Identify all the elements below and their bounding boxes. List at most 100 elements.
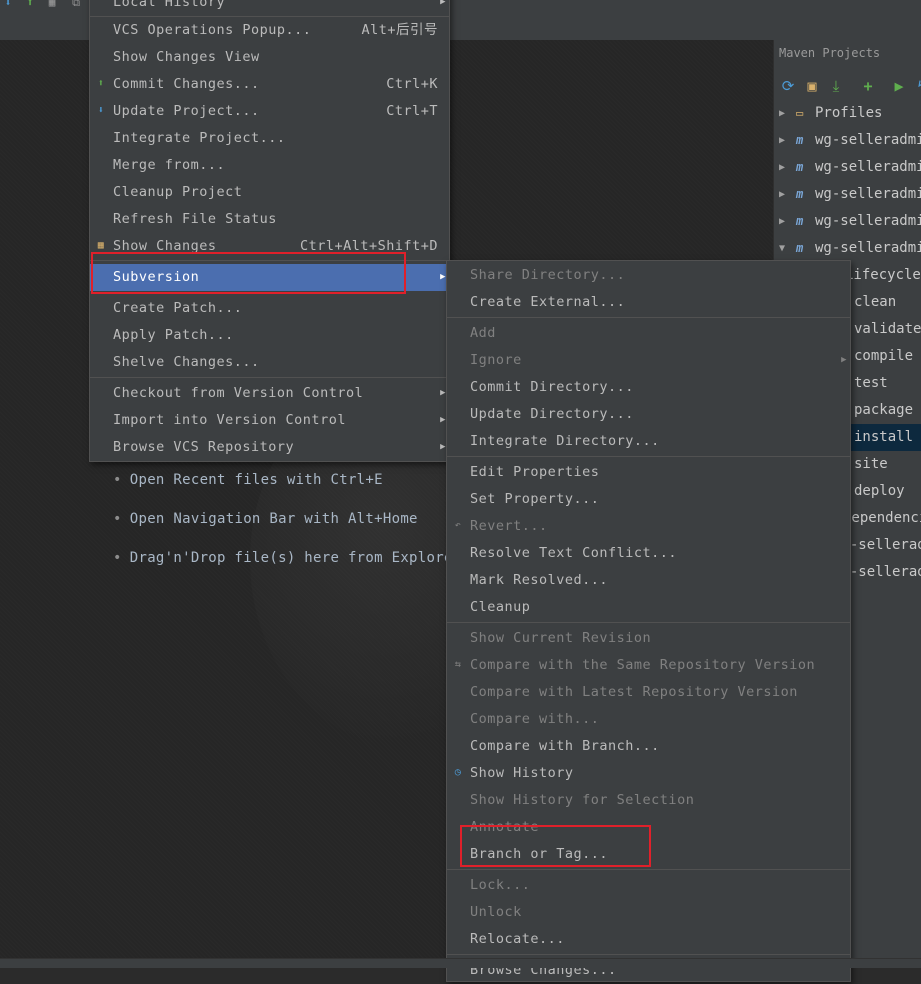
show-changes-icon: ▦ [97,240,105,251]
menu-item-checkout-from-vcs[interactable]: Checkout from Version Control ▶ [90,380,449,407]
maven-module-icon: m [796,160,804,174]
maven-goal-test[interactable]: test [849,370,921,397]
menu-separator [447,869,850,870]
menu-item-branch-or-tag[interactable]: Branch or Tag... [447,841,850,868]
menu-item-revert[interactable]: ↶ Revert... [447,513,850,540]
expand-arrow-icon[interactable]: ▶ [779,127,785,154]
arrow-up-icon[interactable]: ⬆ [24,0,36,9]
maven-goal-install[interactable]: install [849,424,921,451]
maven-toolbar: ⟳ ▣ ⤓ + ▶ ↯ [774,72,921,100]
maven-goal-deploy[interactable]: deploy [849,478,921,505]
menu-item-unlock[interactable]: Unlock [447,899,850,926]
menu-item-integrate-directory[interactable]: Integrate Directory... [447,428,850,455]
menu-separator [90,260,449,261]
menu-item-cleanup[interactable]: Cleanup [447,594,850,621]
window-icon[interactable]: ⧉ [70,0,82,9]
table-icon[interactable]: ▦ [46,0,58,9]
menu-item-mark-resolved[interactable]: Mark Resolved... [447,567,850,594]
menu-item-edit-properties[interactable]: Edit Properties [447,459,850,486]
maven-dependency-item[interactable]: wg-selleradmin [849,532,921,559]
menu-item-annotate[interactable]: Annotate [447,814,850,841]
maven-dependencies-folder[interactable]: Dependencies [849,505,921,532]
menu-item-show-current-revision[interactable]: Show Current Revision [447,625,850,652]
menu-item-relocate[interactable]: Relocate... [447,926,850,953]
hint-drag-drop: • Drag'n'Drop file(s) here from Explorer [113,550,462,566]
menu-item-compare-with-branch[interactable]: Compare with Branch... [447,733,850,760]
maven-panel-title: Maven Projects [779,46,881,60]
run-icon[interactable]: ▶ [889,76,909,96]
menu-item-resolve-text-conflict[interactable]: Resolve Text Conflict... [447,540,850,567]
maven-dependency-item[interactable]: wg-selleradmin [849,559,921,586]
menu-item-compare-with[interactable]: Compare with... [447,706,850,733]
arrow-down-icon[interactable]: ⬇ [2,0,14,9]
menu-item-commit-directory[interactable]: Commit Directory... [447,374,850,401]
maven-module-icon: m [796,241,804,255]
menu-item-update-project[interactable]: ⬇ Update Project... Ctrl+T [90,98,449,125]
maven-tree-module[interactable]: ▶ m wg-selleradmin [774,181,921,208]
maven-module-icon: m [796,133,804,147]
menu-item-vcs-operations-popup[interactable]: VCS Operations Popup... Alt+后引号 [90,17,449,44]
expand-arrow-icon[interactable]: ▶ [779,154,785,181]
menu-item-compare-same-repo-version[interactable]: ⇆ Compare with the Same Repository Versi… [447,652,850,679]
hint-navigation-bar: • Open Navigation Bar with Alt+Home [113,511,418,527]
menu-item-refresh-file-status[interactable]: Refresh File Status [90,206,449,233]
menu-item-set-property[interactable]: Set Property... [447,486,850,513]
menu-item-lock[interactable]: Lock... [447,872,850,899]
maven-tree-module[interactable]: ▶ m wg-selleradmin [774,208,921,235]
generate-sources-icon[interactable]: ▣ [802,76,822,96]
maven-goal-package[interactable]: package [849,397,921,424]
maven-tree-module-expanded[interactable]: ▼ m wg-selleradmin [774,235,921,262]
expand-arrow-icon[interactable]: ▶ [779,100,785,127]
collapse-arrow-icon[interactable]: ▼ [779,235,785,262]
menu-item-subversion[interactable]: Subversion ▶ [90,264,449,291]
menu-item-show-changes-view[interactable]: Show Changes View [90,44,449,71]
history-icon: ◷ [454,767,462,778]
maven-tree-module[interactable]: ▶ m wg-selleradmin [774,127,921,154]
maven-goal-clean[interactable]: clean [849,289,921,316]
menu-item-add[interactable]: Add [447,320,850,347]
menu-separator [447,622,850,623]
menu-item-merge-from[interactable]: Merge from... [90,152,449,179]
menu-item-compare-latest-repo-version[interactable]: Compare with Latest Repository Version [447,679,850,706]
download-icon[interactable]: ⤓ [826,76,846,96]
menu-separator [447,456,850,457]
add-icon[interactable]: + [858,76,878,96]
menu-item-show-changes[interactable]: ▦ Show Changes Ctrl+Alt+Shift+D [90,233,449,260]
menu-item-integrate-project[interactable]: Integrate Project... [90,125,449,152]
maven-lifecycle-folder[interactable]: Lifecycle [849,262,921,289]
profiles-folder-icon: ▭ [796,106,804,120]
reimport-icon[interactable]: ⟳ [778,76,798,96]
menu-item-apply-patch[interactable]: Apply Patch... [90,322,449,349]
hint-recent-files: • Open Recent files with Ctrl+E [113,472,383,488]
maven-goal-site[interactable]: site [849,451,921,478]
menu-item-create-external[interactable]: Create External... [447,289,850,316]
menu-item-create-patch[interactable]: Create Patch... [90,295,449,322]
vcs-commit-icon: ⬆ [97,78,105,89]
expand-arrow-icon[interactable]: ▶ [779,208,785,235]
menu-item-shelve-changes[interactable]: Shelve Changes... [90,349,449,376]
menu-item-browse-vcs-repository[interactable]: Browse VCS Repository ▶ [90,434,449,461]
vcs-menu: Local History ▶ VCS Operations Popup... … [89,0,450,462]
revert-icon: ↶ [454,520,462,531]
maven-goal-validate[interactable]: validate [849,316,921,343]
menu-item-show-history[interactable]: ◷ Show History [447,760,850,787]
submenu-arrow-icon: ▶ [440,0,446,7]
vcs-update-icon: ⬇ [97,105,105,116]
execute-goal-icon[interactable]: ↯ [912,76,921,96]
menu-item-cleanup-project[interactable]: Cleanup Project [90,179,449,206]
maven-tree-module[interactable]: ▶ m wg-selleradmin [774,154,921,181]
menu-item-import-into-vcs[interactable]: Import into Version Control ▶ [90,407,449,434]
menu-separator [447,954,850,955]
menu-item-ignore[interactable]: Ignore ▶ [447,347,850,374]
menu-separator [447,317,850,318]
maven-tree-profiles[interactable]: ▶ ▭ Profiles [774,100,921,127]
maven-module-icon: m [796,214,804,228]
menu-item-local-history[interactable]: Local History ▶ [90,0,449,16]
menu-item-commit-changes[interactable]: ⬆ Commit Changes... Ctrl+K [90,71,449,98]
menu-item-update-directory[interactable]: Update Directory... [447,401,850,428]
menu-item-share-directory[interactable]: Share Directory... [447,262,850,289]
menu-item-show-history-for-selection[interactable]: Show History for Selection [447,787,850,814]
expand-arrow-icon[interactable]: ▶ [779,181,785,208]
compare-icon: ⇆ [454,659,462,670]
maven-goal-compile[interactable]: compile [849,343,921,370]
